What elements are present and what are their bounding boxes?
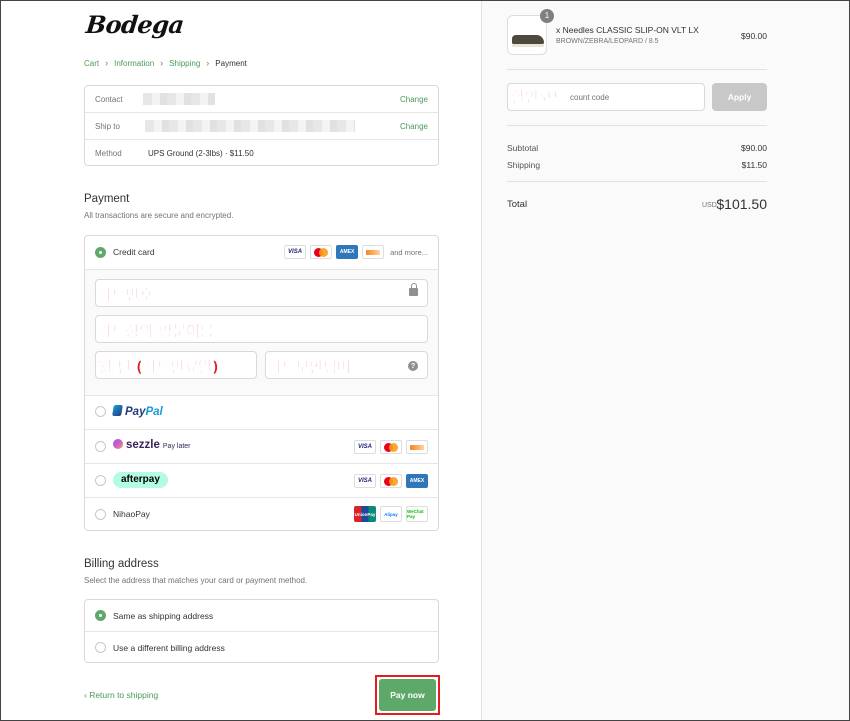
payment-title: Payment — [84, 193, 130, 205]
payment-option-nihaopay[interactable]: NihaoPay UnionPay Alipay WeChat Pay — [85, 498, 438, 530]
breadcrumb-shipping[interactable]: Shipping — [169, 59, 200, 68]
product-price: $90.00 — [741, 31, 767, 41]
paypal-radio[interactable] — [95, 406, 106, 417]
discount-code-annotation: 할인코드 — [511, 88, 567, 107]
billing-different-option[interactable]: Use a different billing address — [85, 632, 438, 664]
chevron-right-icon: › — [105, 58, 109, 68]
billing-different-label: Use a different billing address — [113, 643, 225, 653]
billing-different-radio[interactable] — [95, 642, 106, 653]
ship-to-value-redacted — [145, 120, 355, 132]
method-label: Method — [95, 149, 122, 158]
ship-to-label: Ship to — [95, 122, 120, 131]
apply-discount-button[interactable]: Apply — [712, 83, 767, 111]
method-value: UPS Ground (2-3lbs) · $11.50 — [148, 149, 254, 158]
nihaopay-icons: UnionPay Alipay WeChat Pay — [354, 506, 428, 522]
breadcrumb-cart[interactable]: Cart — [84, 59, 99, 68]
nihaopay-radio[interactable] — [95, 509, 106, 520]
payment-subtitle: All transactions are secure and encrypte… — [84, 211, 234, 220]
contact-label: Contact — [95, 95, 123, 104]
total-value: $101.50 — [716, 196, 767, 212]
sezzle-icon — [113, 439, 123, 449]
subtotal-label: Subtotal — [507, 143, 539, 153]
mastercard-icon — [380, 440, 402, 454]
breadcrumb-payment: Payment — [215, 58, 247, 68]
expiry-annotation: 월 년 (카드만료일) — [98, 358, 219, 377]
alipay-icon: Alipay — [380, 506, 402, 522]
payment-option-paypal[interactable]: PayPal — [85, 396, 438, 430]
shipping-label: Shipping — [507, 160, 541, 170]
review-ship-to-row: Ship to Change — [85, 113, 438, 140]
discount-code-placeholder: count code — [570, 93, 610, 102]
divider — [507, 125, 767, 126]
sezzle-card-icons: VISA — [354, 440, 428, 454]
shoe-image — [512, 35, 544, 47]
help-icon[interactable]: ? — [408, 361, 418, 371]
card-number-annotation: 카드번호 — [98, 286, 154, 305]
total-currency: USD — [702, 202, 717, 209]
review-block: Contact Change Ship to Change Method UPS… — [84, 85, 439, 166]
brand-logo[interactable]: Bodega — [84, 10, 185, 39]
visa-icon: VISA — [354, 440, 376, 454]
visa-icon: VISA — [354, 474, 376, 488]
credit-card-fields: 카드번호 카드상의 영문이름 월 년 (카드만료일) ? 카드보안넘버 — [85, 270, 438, 396]
afterpay-logo: afterpay — [113, 472, 168, 488]
more-cards-text: and more... — [390, 247, 428, 257]
security-code-annotation: 카드보안넘버 — [268, 358, 351, 377]
payment-option-credit-card[interactable]: Credit card VISA AMEX and more... — [85, 236, 438, 270]
review-contact-row: Contact Change — [85, 86, 438, 113]
billing-same-radio[interactable] — [95, 610, 106, 621]
breadcrumb: Cart › Information › Shipping › Payment — [84, 58, 247, 68]
quantity-badge: 1 — [540, 9, 554, 23]
review-method-row: Method UPS Ground (2-3lbs) · $11.50 — [85, 140, 438, 167]
credit-card-label: Credit card — [113, 247, 155, 257]
nihaopay-label: NihaoPay — [113, 509, 150, 519]
afterpay-card-icons: VISA AMEX — [354, 474, 428, 488]
breadcrumb-information[interactable]: Information — [114, 59, 154, 68]
billing-same-option[interactable]: Same as shipping address — [85, 600, 438, 632]
discover-icon — [362, 245, 385, 259]
subtotal-value: $90.00 — [741, 143, 767, 153]
paypal-icon — [112, 405, 123, 416]
product-name: x Needles CLASSIC SLIP-ON VLT LX — [556, 25, 699, 35]
change-ship-to-link[interactable]: Change — [400, 122, 428, 131]
billing-options: Same as shipping address Use a different… — [84, 599, 439, 663]
billing-title: Billing address — [84, 558, 159, 570]
billing-same-label: Same as shipping address — [113, 611, 214, 621]
shipping-value: $11.50 — [741, 160, 767, 170]
visa-icon: VISA — [284, 245, 307, 259]
sezzle-logo: sezzle Pay later — [113, 439, 191, 451]
unionpay-icon: UnionPay — [354, 506, 376, 522]
wechat-pay-icon: WeChat Pay — [406, 506, 428, 522]
credit-card-radio[interactable] — [95, 247, 106, 258]
afterpay-radio[interactable] — [95, 475, 106, 486]
amex-icon: AMEX — [336, 245, 359, 259]
discover-icon — [406, 440, 428, 454]
card-brand-icons: VISA AMEX and more... — [284, 245, 428, 259]
payment-methods: Credit card VISA AMEX and more... 카드번호 카… — [84, 235, 439, 531]
paypal-logo: PayPal — [112, 405, 163, 418]
product-thumbnail — [507, 15, 547, 55]
payment-option-sezzle[interactable]: sezzle Pay later VISA — [85, 430, 438, 464]
pay-now-button[interactable]: Pay now — [379, 679, 436, 711]
billing-subtitle: Select the address that matches your car… — [84, 576, 308, 585]
chevron-right-icon: › — [206, 58, 210, 68]
chevron-right-icon: › — [160, 58, 164, 68]
mastercard-icon — [310, 245, 333, 259]
return-to-shipping-link[interactable]: ‹ Return to shipping — [84, 690, 158, 700]
sezzle-radio[interactable] — [95, 441, 106, 452]
amex-icon: AMEX — [406, 474, 428, 488]
total-label: Total — [507, 199, 528, 210]
mastercard-icon — [380, 474, 402, 488]
divider — [507, 69, 767, 70]
change-contact-link[interactable]: Change — [400, 95, 428, 104]
payment-option-afterpay[interactable]: afterpay VISA AMEX — [85, 464, 438, 498]
lock-icon — [409, 283, 418, 296]
divider — [507, 181, 767, 182]
contact-value-redacted — [143, 93, 215, 105]
product-variant: BROWN/ZEBRA/LEOPARD / 8.5 — [556, 38, 659, 45]
name-on-card-annotation: 카드상의 영문이름 — [98, 322, 214, 341]
